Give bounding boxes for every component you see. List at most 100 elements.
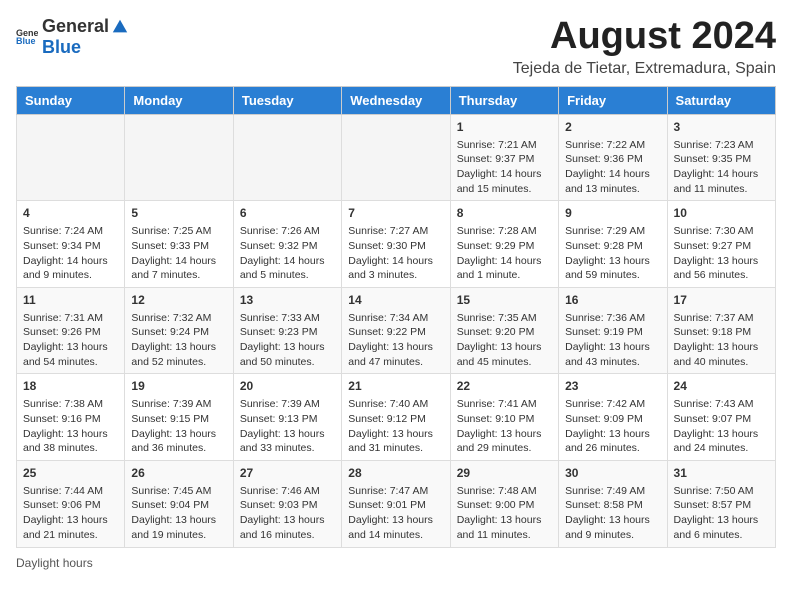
calendar-week-row: 1Sunrise: 7:21 AMSunset: 9:37 PMDaylight… xyxy=(17,114,776,201)
calendar-cell: 3Sunrise: 7:23 AMSunset: 9:35 PMDaylight… xyxy=(667,114,775,201)
calendar-table: SundayMondayTuesdayWednesdayThursdayFrid… xyxy=(16,86,776,548)
day-info: Sunrise: 7:43 AMSunset: 9:07 PMDaylight:… xyxy=(674,397,769,456)
day-number: 4 xyxy=(23,205,118,222)
calendar-cell: 25 Sunrise: 7:44 AMSunset: 9:06 PMDayligh… xyxy=(17,460,125,547)
day-info: Sunrise: 7:46 AMSunset: 9:03 PMDaylight:… xyxy=(240,484,335,543)
day-number: 29 xyxy=(457,465,552,482)
calendar-cell: 29 Sunrise: 7:48 AMSunset: 9:00 PMDayligh… xyxy=(450,460,558,547)
day-number: 5 xyxy=(131,205,226,222)
day-info: Sunrise: 7:50 AMSunset: 8:57 PMDaylight:… xyxy=(674,484,769,543)
calendar-cell: 5 Sunrise: 7:25 AMSunset: 9:33 PMDaylight… xyxy=(125,201,233,288)
day-info: Sunrise: 7:27 AMSunset: 9:30 PMDaylight:… xyxy=(348,224,443,283)
day-number: 27 xyxy=(240,465,335,482)
calendar-cell: 16Sunrise: 7:36 AMSunset: 9:19 PMDayligh… xyxy=(559,287,667,374)
day-info: Sunrise: 7:47 AMSunset: 9:01 PMDaylight:… xyxy=(348,484,443,543)
day-info: Sunrise: 7:41 AMSunset: 9:10 PMDaylight:… xyxy=(457,397,552,456)
logo: General Blue General Blue xyxy=(16,16,129,58)
calendar-week-row: 4 Sunrise: 7:24 AMSunset: 9:34 PMDaylight… xyxy=(17,201,776,288)
day-info: Sunrise: 7:24 AMSunset: 9:34 PMDaylight:… xyxy=(23,224,118,283)
calendar-cell: 4 Sunrise: 7:24 AMSunset: 9:34 PMDaylight… xyxy=(17,201,125,288)
day-number: 11 xyxy=(23,292,118,309)
day-info: Sunrise: 7:35 AMSunset: 9:20 PMDaylight:… xyxy=(457,311,552,370)
day-number: 18 xyxy=(23,378,118,395)
logo-icon: General Blue xyxy=(16,26,38,48)
col-header-saturday: Saturday xyxy=(667,86,775,114)
main-title: August 2024 xyxy=(513,16,776,58)
svg-text:Blue: Blue xyxy=(16,36,36,46)
day-number: 7 xyxy=(348,205,443,222)
day-number: 9 xyxy=(565,205,660,222)
day-info: Sunrise: 7:31 AMSunset: 9:26 PMDaylight:… xyxy=(23,311,118,370)
day-number: 12 xyxy=(131,292,226,309)
calendar-header-row: SundayMondayTuesdayWednesdayThursdayFrid… xyxy=(17,86,776,114)
calendar-cell: 20 Sunrise: 7:39 AMSunset: 9:13 PMDayligh… xyxy=(233,374,341,461)
calendar-cell: 24 Sunrise: 7:43 AMSunset: 9:07 PMDayligh… xyxy=(667,374,775,461)
day-number: 13 xyxy=(240,292,335,309)
header-area: General Blue General Blue August 2024 Te… xyxy=(16,16,776,78)
footer-note: Daylight hours xyxy=(16,556,776,570)
logo-blue: Blue xyxy=(42,37,81,57)
calendar-cell: 1Sunrise: 7:21 AMSunset: 9:37 PMDaylight… xyxy=(450,114,558,201)
col-header-friday: Friday xyxy=(559,86,667,114)
day-info: Sunrise: 7:44 AMSunset: 9:06 PMDaylight:… xyxy=(23,484,118,543)
day-number: 8 xyxy=(457,205,552,222)
calendar-cell: 21Sunrise: 7:40 AMSunset: 9:12 PMDayligh… xyxy=(342,374,450,461)
day-number: 22 xyxy=(457,378,552,395)
subtitle: Tejeda de Tietar, Extremadura, Spain xyxy=(513,60,776,78)
calendar-cell xyxy=(342,114,450,201)
day-number: 6 xyxy=(240,205,335,222)
calendar-cell: 23Sunrise: 7:42 AMSunset: 9:09 PMDayligh… xyxy=(559,374,667,461)
calendar-cell: 11 Sunrise: 7:31 AMSunset: 9:26 PMDayligh… xyxy=(17,287,125,374)
col-header-monday: Monday xyxy=(125,86,233,114)
calendar-cell xyxy=(233,114,341,201)
day-number: 16 xyxy=(565,292,660,309)
calendar-cell: 31Sunrise: 7:50 AMSunset: 8:57 PMDayligh… xyxy=(667,460,775,547)
day-number: 20 xyxy=(240,378,335,395)
day-info: Sunrise: 7:28 AMSunset: 9:29 PMDaylight:… xyxy=(457,224,552,283)
col-header-tuesday: Tuesday xyxy=(233,86,341,114)
day-info: Sunrise: 7:39 AMSunset: 9:13 PMDaylight:… xyxy=(240,397,335,456)
day-number: 28 xyxy=(348,465,443,482)
calendar-cell: 6 Sunrise: 7:26 AMSunset: 9:32 PMDaylight… xyxy=(233,201,341,288)
col-header-thursday: Thursday xyxy=(450,86,558,114)
day-number: 15 xyxy=(457,292,552,309)
calendar-cell: 12 Sunrise: 7:32 AMSunset: 9:24 PMDayligh… xyxy=(125,287,233,374)
day-info: Sunrise: 7:22 AMSunset: 9:36 PMDaylight:… xyxy=(565,138,660,197)
day-number: 14 xyxy=(348,292,443,309)
day-number: 2 xyxy=(565,119,660,136)
day-number: 19 xyxy=(131,378,226,395)
day-number: 3 xyxy=(674,119,769,136)
calendar-cell: 15 Sunrise: 7:35 AMSunset: 9:20 PMDayligh… xyxy=(450,287,558,374)
day-info: Sunrise: 7:39 AMSunset: 9:15 PMDaylight:… xyxy=(131,397,226,456)
day-number: 21 xyxy=(348,378,443,395)
day-number: 23 xyxy=(565,378,660,395)
calendar-cell: 13Sunrise: 7:33 AMSunset: 9:23 PMDayligh… xyxy=(233,287,341,374)
day-info: Sunrise: 7:25 AMSunset: 9:33 PMDaylight:… xyxy=(131,224,226,283)
day-info: Sunrise: 7:29 AMSunset: 9:28 PMDaylight:… xyxy=(565,224,660,283)
logo-triangle-icon xyxy=(111,18,129,36)
calendar-cell: 26 Sunrise: 7:45 AMSunset: 9:04 PMDayligh… xyxy=(125,460,233,547)
day-info: Sunrise: 7:26 AMSunset: 9:32 PMDaylight:… xyxy=(240,224,335,283)
day-number: 1 xyxy=(457,119,552,136)
calendar-cell: 10Sunrise: 7:30 AMSunset: 9:27 PMDayligh… xyxy=(667,201,775,288)
day-info: Sunrise: 7:45 AMSunset: 9:04 PMDaylight:… xyxy=(131,484,226,543)
day-number: 24 xyxy=(674,378,769,395)
calendar-cell: 18 Sunrise: 7:38 AMSunset: 9:16 PMDayligh… xyxy=(17,374,125,461)
day-info: Sunrise: 7:37 AMSunset: 9:18 PMDaylight:… xyxy=(674,311,769,370)
day-number: 30 xyxy=(565,465,660,482)
day-number: 25 xyxy=(23,465,118,482)
day-number: 17 xyxy=(674,292,769,309)
title-area: August 2024 Tejeda de Tietar, Extremadur… xyxy=(513,16,776,78)
calendar-cell xyxy=(125,114,233,201)
day-info: Sunrise: 7:34 AMSunset: 9:22 PMDaylight:… xyxy=(348,311,443,370)
day-info: Sunrise: 7:38 AMSunset: 9:16 PMDaylight:… xyxy=(23,397,118,456)
day-info: Sunrise: 7:48 AMSunset: 9:00 PMDaylight:… xyxy=(457,484,552,543)
calendar-cell: 17 Sunrise: 7:37 AMSunset: 9:18 PMDayligh… xyxy=(667,287,775,374)
day-info: Sunrise: 7:32 AMSunset: 9:24 PMDaylight:… xyxy=(131,311,226,370)
day-number: 26 xyxy=(131,465,226,482)
calendar-cell: 30Sunrise: 7:49 AMSunset: 8:58 PMDayligh… xyxy=(559,460,667,547)
calendar-cell: 27 Sunrise: 7:46 AMSunset: 9:03 PMDayligh… xyxy=(233,460,341,547)
calendar-cell: 2 Sunrise: 7:22 AMSunset: 9:36 PMDaylight… xyxy=(559,114,667,201)
col-header-wednesday: Wednesday xyxy=(342,86,450,114)
calendar-cell: 8 Sunrise: 7:28 AMSunset: 9:29 PMDaylight… xyxy=(450,201,558,288)
